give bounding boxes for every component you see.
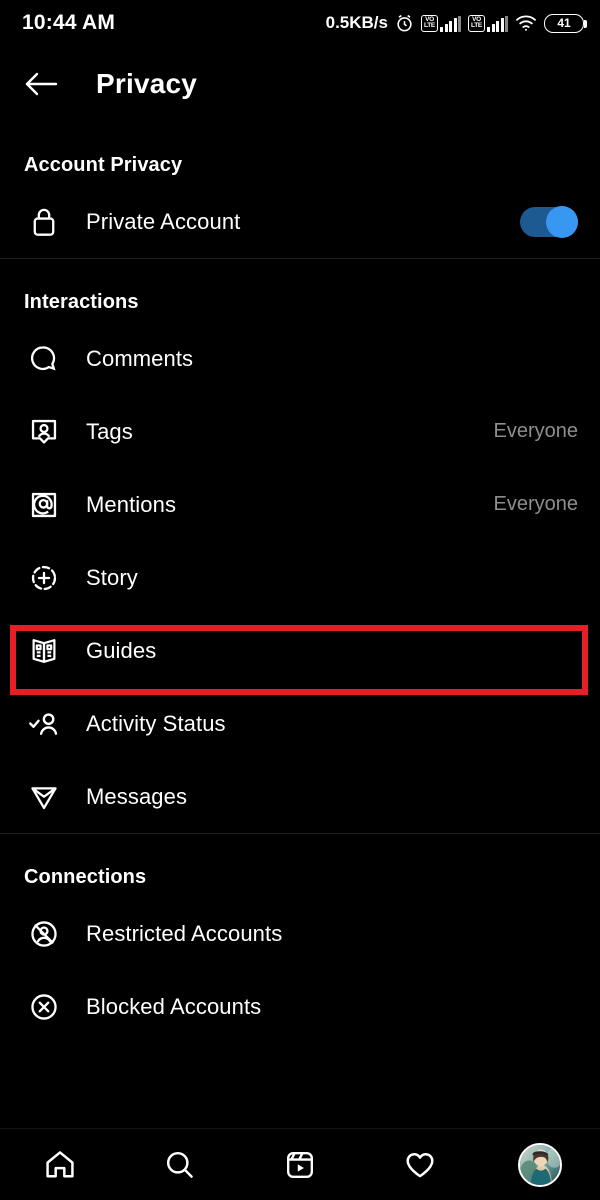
row-private-account[interactable]: Private Account [0,185,600,258]
row-label-tags: Tags [86,418,133,444]
row-value-mentions: Everyone [493,493,579,515]
wifi-icon [515,14,537,32]
section-title-connections: Connections [24,866,147,888]
reels-icon[interactable] [272,1137,328,1193]
row-story[interactable]: Story [0,541,600,614]
section-account-privacy: Account Privacy Private Account [0,122,600,258]
row-activity-status[interactable]: Activity Status [0,687,600,760]
sim2-volte-signal: VO LTE [468,14,508,32]
instagram-privacy-screen: 10:44 AM 0.5KB/s VO LTE VO LTE 41 Privac… [0,0,600,1200]
row-label-comments: Comments [86,345,194,371]
at-mention-icon [24,485,64,525]
row-label-story: Story [86,564,138,590]
status-bar-indicators: 0.5KB/s VO LTE VO LTE 41 [325,13,587,33]
section-connections: Connections Restricted Accounts Blocked … [0,834,600,1043]
battery-indicator: 41 [544,13,587,33]
heart-icon[interactable] [392,1137,448,1193]
status-bar: 10:44 AM 0.5KB/s VO LTE VO LTE 41 [0,0,600,46]
volte-badge-sim1: VO LTE [421,14,438,32]
lock-icon [24,202,64,242]
row-mentions[interactable]: Mentions Everyone [0,468,600,541]
avatar [518,1142,562,1187]
row-blocked-accounts[interactable]: Blocked Accounts [0,970,600,1043]
row-label-restricted-accounts: Restricted Accounts [86,920,283,946]
sim1-volte-signal: VO LTE [421,14,461,32]
guides-book-icon [24,631,64,671]
story-plus-icon [24,558,64,598]
home-icon[interactable] [32,1137,88,1193]
app-header: Privacy [0,46,600,122]
row-label-messages: Messages [86,783,188,809]
bottom-navigation-bar [0,1128,600,1200]
restricted-account-icon [24,914,64,954]
section-interactions: Interactions Comments Tags Everyone Ment… [0,259,600,833]
section-title-account-privacy: Account Privacy [24,154,183,176]
search-icon[interactable] [152,1137,208,1193]
back-arrow-icon[interactable] [24,69,60,99]
section-title-interactions: Interactions [24,291,139,313]
row-label-blocked-accounts: Blocked Accounts [86,993,262,1019]
toggle-knob [546,205,578,238]
battery-level-label: 41 [557,16,571,30]
activity-status-icon [24,704,64,744]
row-comments[interactable]: Comments [0,322,600,395]
tag-person-icon [24,412,64,452]
volte-bottom-sim2: LTE [471,22,482,29]
page-title: Privacy [96,68,198,99]
row-label-guides: Guides [86,637,157,663]
private-account-toggle[interactable] [520,205,578,238]
volte-badge-sim2: VO LTE [468,14,485,32]
comment-bubble-icon [24,339,64,379]
row-messages[interactable]: Messages [0,760,600,833]
profile-avatar[interactable] [512,1137,568,1193]
row-restricted-accounts[interactable]: Restricted Accounts [0,897,600,970]
row-label-mentions: Mentions [86,491,177,517]
row-tags[interactable]: Tags Everyone [0,395,600,468]
alarm-clock-icon [395,14,414,33]
row-value-tags: Everyone [493,420,579,442]
messages-send-icon [24,777,64,817]
network-speed-label: 0.5KB/s [325,13,388,32]
blocked-account-icon [24,987,64,1027]
signal-bars-sim2 [487,15,508,32]
row-guides[interactable]: Guides [0,614,600,687]
row-label-private-account: Private Account [86,208,241,234]
row-label-activity-status: Activity Status [86,710,226,736]
signal-bars-sim1 [440,15,461,32]
volte-bottom-sim1: LTE [424,22,435,29]
status-bar-time: 10:44 AM [22,11,116,34]
